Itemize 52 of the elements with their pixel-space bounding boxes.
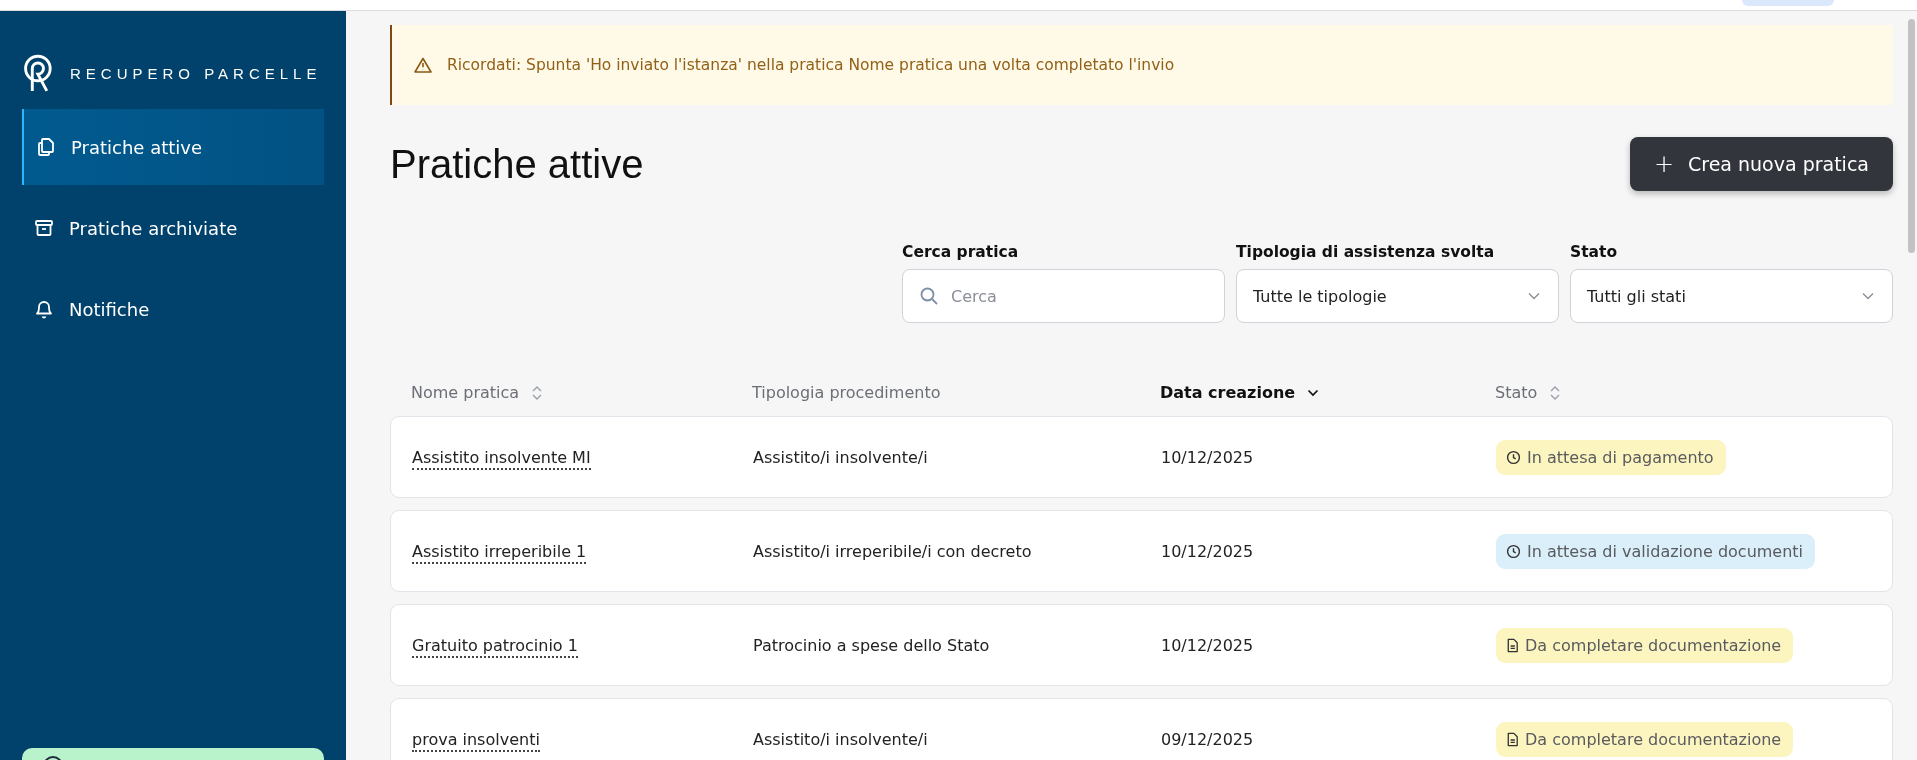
status-badge: In attesa di validazione documenti: [1496, 533, 1816, 569]
search-field[interactable]: Cerca: [902, 269, 1225, 323]
filter-label: Stato: [1570, 243, 1619, 261]
sidebar-item[interactable]: Pratiche attive: [22, 109, 324, 185]
chevron-down-icon[interactable]: [1307, 388, 1320, 397]
chevron-down-icon: [1528, 292, 1540, 300]
table-cell: Patrocinio a spese dello Stato: [753, 635, 990, 655]
bell-icon: [34, 299, 54, 319]
sort-icon[interactable]: [531, 384, 544, 401]
practice-link[interactable]: prova insolventi: [412, 729, 540, 752]
dropdown[interactable]: Tutte le tipologie: [1236, 269, 1559, 323]
table-cell: 10/12/2025: [1161, 447, 1254, 467]
sidebar-item[interactable]: Notifiche: [22, 271, 324, 347]
sidebar-item[interactable]: Pratiche archiviate: [22, 190, 324, 266]
status-badge: In attesa di pagamento: [1496, 439, 1726, 475]
filter-label: Tipologia di assistenza svolta: [1236, 243, 1496, 261]
table-cell: Assistito/i insolvente/i: [753, 729, 928, 749]
table-cell: 09/12/2025: [1161, 729, 1254, 749]
create-button[interactable]: + Crea nuova pratica: [1629, 137, 1893, 191]
scrollbar[interactable]: [1908, 19, 1915, 253]
clock-icon: [1506, 449, 1521, 465]
chevron-down-icon: [1862, 292, 1874, 300]
status-badge: Da completare documentazione: [1496, 721, 1794, 757]
practice-link[interactable]: Gratuito patrocinio 1: [412, 635, 578, 658]
archive-icon: [34, 218, 54, 238]
search-icon: [919, 286, 939, 306]
status-badge: Da completare documentazione: [1496, 627, 1794, 663]
practice-link[interactable]: Assistito insolvente MI: [412, 447, 591, 470]
table-cell: Assistito/i insolvente/i: [753, 447, 928, 467]
column-header[interactable]: Stato: [1495, 383, 1538, 402]
copy-icon: [36, 137, 56, 157]
table-cell: 10/12/2025: [1161, 541, 1254, 561]
page-title: Pratiche attive: [390, 141, 644, 187]
table-row[interactable]: Assistito insolvente MI Assistito/i insolvente/i 10/12/2025 In attesa di pagamento: [390, 416, 1893, 498]
document-icon: [1506, 637, 1519, 653]
document-icon: [1506, 731, 1519, 747]
column-header[interactable]: Data creazione: [1160, 383, 1296, 402]
dropdown[interactable]: Tutti gli stati: [1570, 269, 1893, 323]
filter-label: Cerca pratica: [902, 243, 1020, 261]
table-row[interactable]: prova insolventi Assistito/i insolvente/i 09/12/2025 Da completare documentazione: [390, 698, 1893, 760]
clock-icon: [1506, 543, 1521, 559]
column-header[interactable]: Nome pratica: [411, 383, 520, 402]
column-header: Tipologia procedimento: [752, 383, 941, 402]
table-row[interactable]: Gratuito patrocinio 1 Patrocinio a spese dello Stato 10/12/2025 Da completare documentazione: [390, 604, 1893, 686]
warning-icon: [414, 57, 432, 73]
sort-icon[interactable]: [1549, 384, 1562, 401]
table-cell: 10/12/2025: [1161, 635, 1254, 655]
practice-link[interactable]: Assistito irreperibile 1: [412, 541, 587, 564]
table-cell: Assistito/i irreperibile/i con decreto: [753, 541, 1032, 561]
table-row[interactable]: Assistito irreperibile 1 Assistito/i irreperibile/i con decreto 10/12/2025 In attesa di validazione documenti: [390, 510, 1893, 592]
warning-text: Ricordati: Spunta 'Ho inviato l'istanza' nella pratica Nome pratica una volta completato l'invio: [447, 56, 1175, 74]
brand-name: RECUPERO PARCELLE: [70, 64, 322, 82]
